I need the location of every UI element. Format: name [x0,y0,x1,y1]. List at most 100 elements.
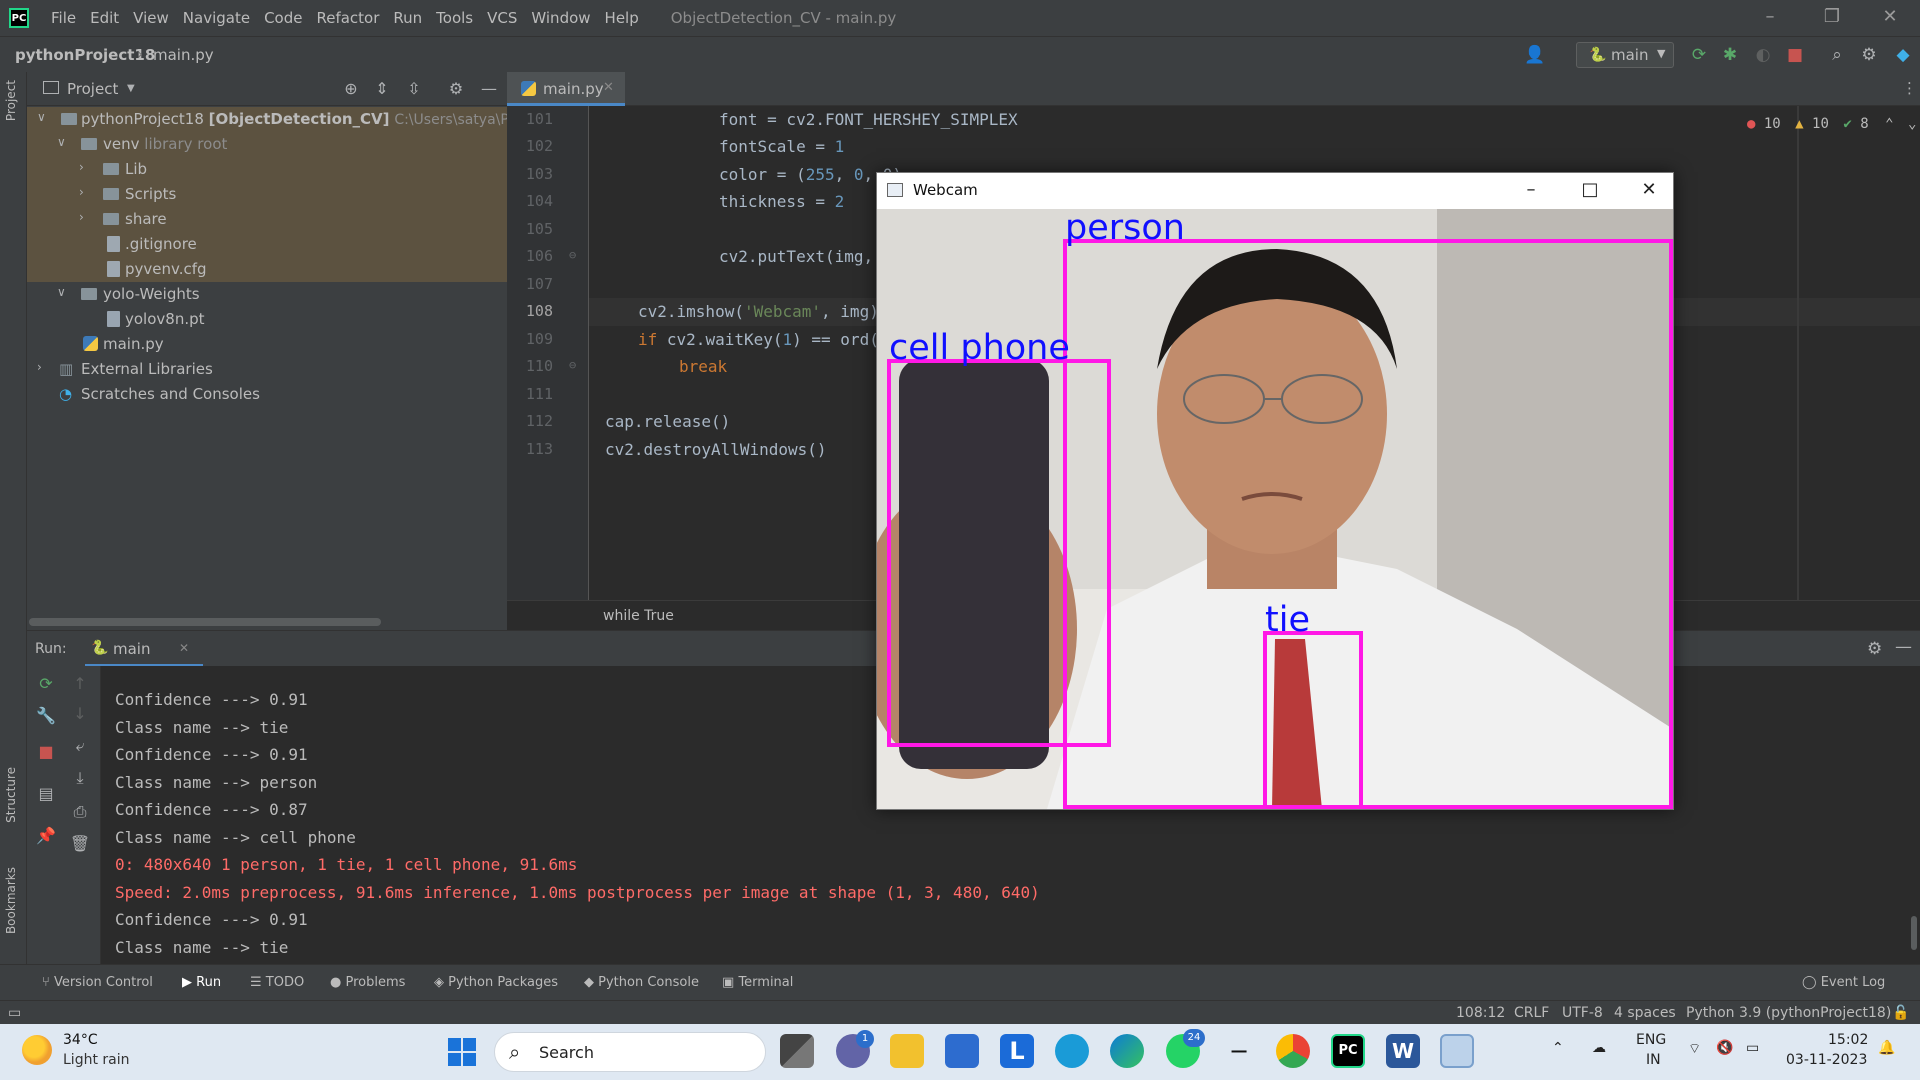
tab-python-console[interactable]: ◆ Python Console [584,975,699,990]
tree-item-share[interactable]: › share [27,207,507,232]
word-icon[interactable]: W [1386,1034,1420,1068]
restore-icon[interactable]: ❐ [1820,6,1844,27]
locate-icon[interactable]: ⊕ [340,79,362,98]
windows-start-icon[interactable] [448,1038,476,1066]
rerun-icon[interactable]: ⟳ [1688,45,1710,65]
collapse-all-icon[interactable]: ⇳ [403,79,425,98]
caret-position[interactable]: 108:12 [1456,1005,1505,1021]
battery-icon[interactable]: ▭ [1746,1040,1759,1056]
microsoft-store-icon[interactable] [945,1034,979,1068]
arrow-down-icon[interactable]: ↓ [69,704,91,723]
tree-item-lib[interactable]: › Lib [27,157,507,182]
tab-bookmarks-vertical[interactable]: Bookmarks [4,867,18,934]
clock-time[interactable]: 15:02 [1828,1032,1868,1048]
weather-sun-icon[interactable] [22,1035,52,1065]
lens-app-icon[interactable]: L [1000,1034,1034,1068]
close-tab-icon[interactable]: ✕ [603,80,614,95]
tab-todo[interactable]: ☰ TODO [250,975,304,990]
stop-icon[interactable]: ■ [35,742,57,761]
toolbox-icon[interactable]: ◆ [1892,45,1914,65]
gear-icon[interactable]: ⚙ [1867,639,1882,659]
tree-item-pyvenv[interactable]: pyvenv.cfg [27,257,507,282]
search-icon[interactable]: ⌕ [1826,45,1848,65]
tab-problems[interactable]: ● Problems [330,975,405,990]
layout-icon[interactable]: ▤ [35,784,57,803]
python-interpreter[interactable]: Python 3.9 (pythonProject18) [1686,1005,1891,1021]
toggle-panels-icon[interactable]: ▭ [8,1005,21,1021]
menu-help[interactable]: Help [605,9,639,27]
expand-all-icon[interactable]: ⇕ [371,79,393,98]
tab-structure-vertical[interactable]: Structure [4,767,18,823]
menu-navigate[interactable]: Navigate [183,9,250,27]
taskbar-search[interactable]: ⌕ Search [494,1032,766,1072]
dash-app-icon[interactable]: − [1222,1034,1256,1068]
horizontal-scrollbar[interactable] [29,618,381,626]
notification-bell-icon[interactable]: 🔔 [1878,1040,1895,1056]
fold-icon[interactable]: ⊖ [569,248,576,262]
project-panel-title[interactable]: Project [67,80,118,98]
coverage-icon[interactable]: ◐ [1752,45,1774,65]
arrow-up-icon[interactable]: ↑ [69,674,91,693]
tree-item-gitignore[interactable]: .gitignore [27,232,507,257]
close-icon[interactable]: ✕ [1878,6,1902,27]
scroll-to-end-icon[interactable]: ⤓ [69,768,91,788]
line-separator[interactable]: CRLF [1514,1005,1549,1021]
cloud-icon[interactable]: ☁ [1592,1040,1606,1056]
print-icon[interactable]: ⎙ [69,802,91,822]
minimize-icon[interactable]: – [1517,179,1545,200]
fold-icon[interactable]: ⊖ [569,358,576,372]
menu-tools[interactable]: Tools [436,9,473,27]
weather-temperature[interactable]: 34°C [63,1032,98,1048]
clock-date[interactable]: 03-11-2023 [1786,1052,1867,1068]
tree-item-external-libraries[interactable]: › ▥ External Libraries [27,357,507,382]
maximize-icon[interactable]: □ [1576,179,1604,200]
chevron-up-icon[interactable]: ⌃ [1552,1040,1564,1056]
menu-run[interactable]: Run [393,9,422,27]
debug-icon[interactable]: ✱ [1719,45,1741,65]
menu-window[interactable]: Window [531,9,590,27]
tab-version-control[interactable]: ⑂ Version Control [42,975,153,990]
wifi-icon[interactable]: ⌔ [1688,1040,1701,1058]
tree-item-scripts[interactable]: › Scripts [27,182,507,207]
python-app-icon[interactable] [1440,1034,1474,1068]
tree-item-main-py[interactable]: main.py [27,332,507,357]
tree-item-yolov8n[interactable]: yolov8n.pt [27,307,507,332]
tree-item-venv[interactable]: ∨ venv library root [27,132,507,157]
menu-file[interactable]: File [51,9,76,27]
file-explorer-icon[interactable] [890,1034,924,1068]
gear-icon[interactable]: ⚙ [1858,45,1880,65]
minimize-icon[interactable]: – [1758,6,1782,27]
close-tab-icon[interactable]: ✕ [179,641,189,655]
cortana-icon[interactable] [1055,1034,1089,1068]
tree-item-project-root[interactable]: ∨ pythonProject18 [ObjectDetection_CV] C… [27,107,561,132]
wrench-icon[interactable]: 🔧 [35,706,57,725]
hide-icon[interactable]: — [478,79,500,98]
soft-wrap-icon[interactable]: ⤶ [69,736,91,756]
more-vertical-icon[interactable]: ⋮ [1902,79,1917,97]
menu-view[interactable]: View [133,9,169,27]
pycharm-taskbar-icon[interactable]: PC [1331,1034,1365,1068]
weather-description[interactable]: Light rain [63,1052,130,1068]
chevron-down-icon[interactable]: ⌄ [1908,116,1916,132]
tab-terminal[interactable]: ▣ Terminal [722,975,793,990]
rerun-icon[interactable]: ⟳ [35,674,57,693]
vertical-scrollbar[interactable] [1911,916,1917,950]
chevron-down-icon[interactable]: ▼ [127,83,135,94]
speaker-muted-icon[interactable]: 🔇 [1716,1040,1733,1056]
tab-python-packages[interactable]: ◈ Python Packages [434,975,558,990]
hide-icon[interactable]: — [1895,637,1912,657]
close-icon[interactable]: ✕ [1635,179,1663,200]
menu-vcs[interactable]: VCS [487,9,517,27]
tab-main-py[interactable]: main.py ✕ [507,72,625,106]
code-breadcrumb[interactable]: while True [603,608,674,624]
trash-icon[interactable]: 🗑 [69,834,91,853]
breadcrumb-file[interactable]: main.py [153,46,214,64]
edge-browser-icon[interactable] [1110,1034,1144,1068]
lock-icon[interactable]: 🔓 [1892,1005,1909,1021]
region-indicator[interactable]: IN [1646,1052,1661,1068]
tree-item-yolo-weights[interactable]: ∨ yolo-Weights [27,282,507,307]
breadcrumb-project[interactable]: pythonProject18 [15,46,155,64]
file-encoding[interactable]: UTF-8 [1562,1005,1603,1021]
tab-run[interactable]: ▶ Run [182,975,221,990]
webcam-titlebar[interactable]: Webcam – □ ✕ [877,173,1673,209]
